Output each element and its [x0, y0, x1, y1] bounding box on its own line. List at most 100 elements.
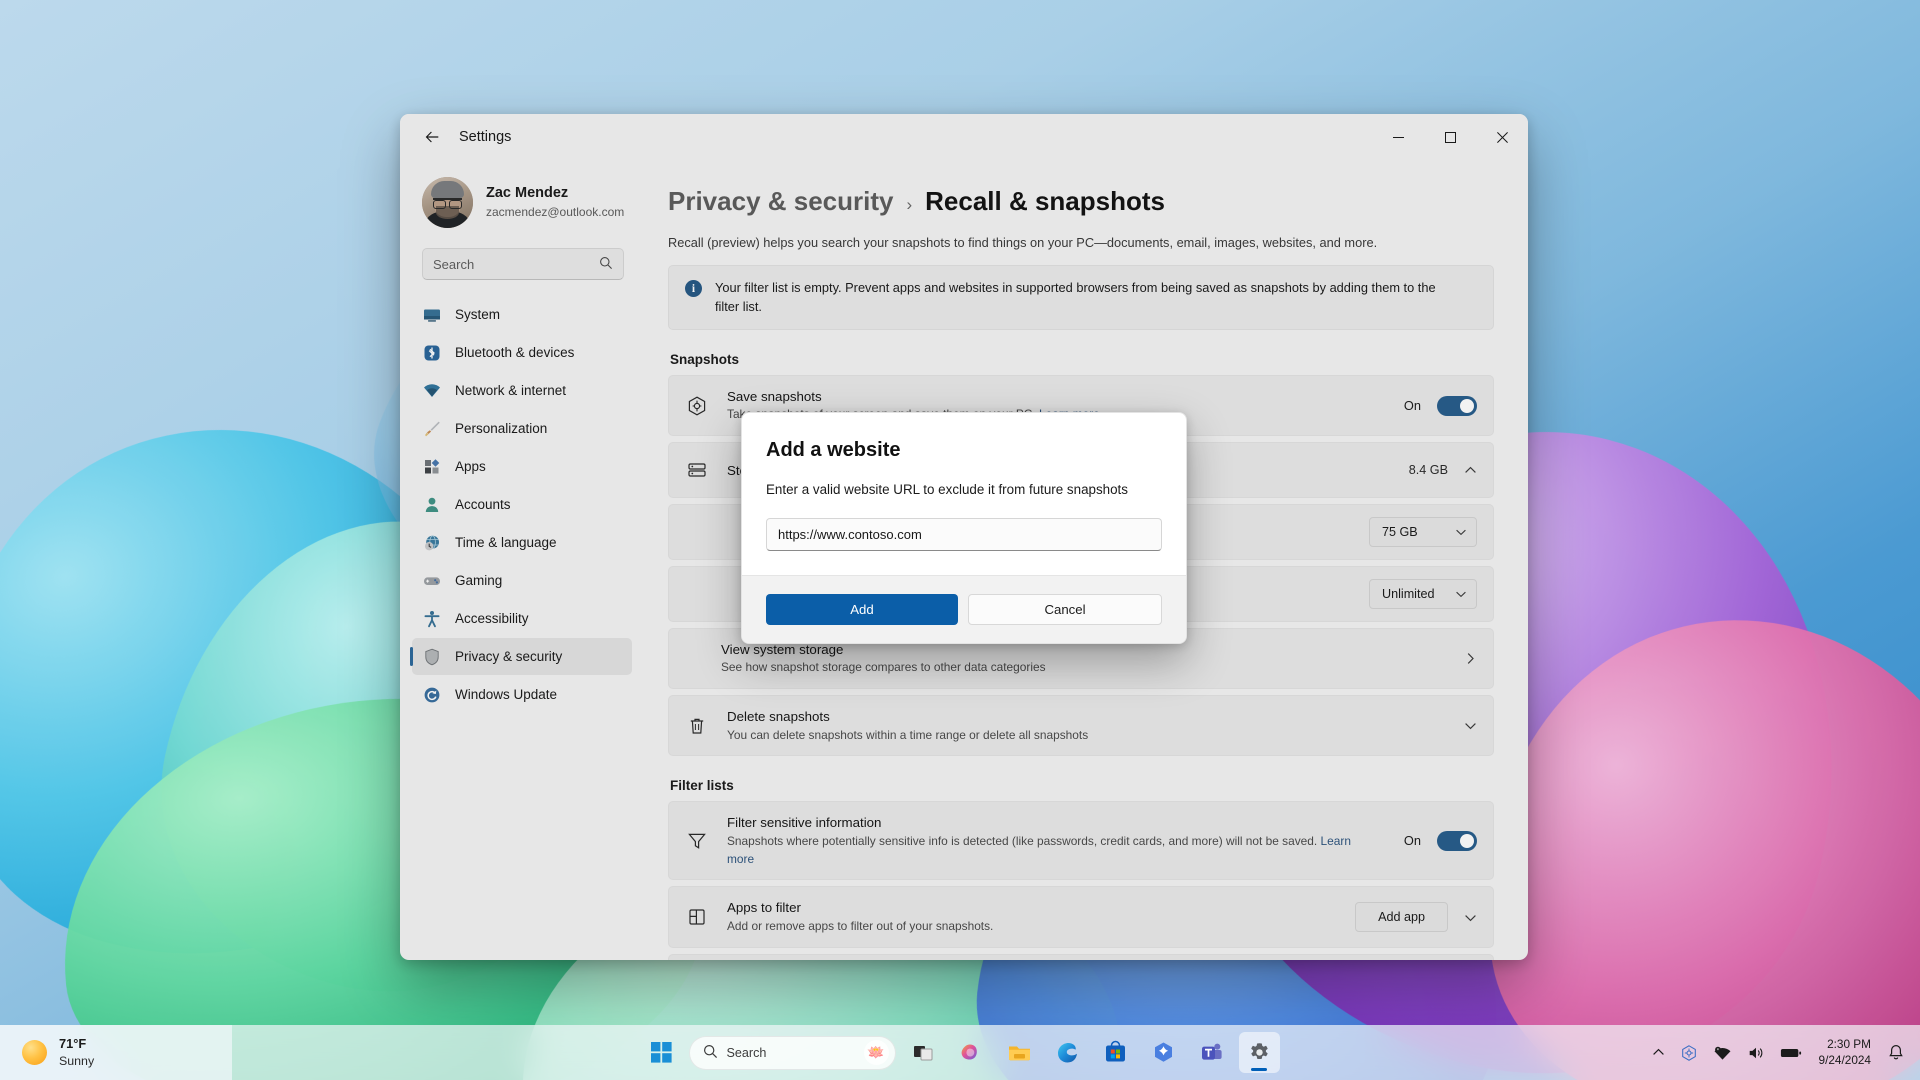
- chevron-up-icon[interactable]: [1464, 464, 1477, 477]
- row-title: Apps to filter: [727, 900, 801, 916]
- dialog-footer: Add Cancel: [742, 575, 1186, 643]
- tray-recall-icon[interactable]: [1674, 1035, 1704, 1071]
- sidebar-item-privacy-security[interactable]: Privacy & security: [410, 638, 632, 675]
- row-filter-sensitive-information[interactable]: Filter sensitive information Snapshots w…: [668, 801, 1494, 881]
- shield-icon: [422, 647, 441, 666]
- sidebar-item-accounts[interactable]: Accounts: [412, 486, 632, 523]
- sidebar-item-label: Apps: [455, 459, 486, 474]
- system-tray: 2:30 PM 9/24/2024: [1646, 1025, 1910, 1080]
- row-title: Filter sensitive information: [727, 815, 882, 831]
- start-button[interactable]: [641, 1032, 682, 1073]
- sidebar-item-time-language[interactable]: Time & language: [412, 524, 632, 561]
- network-icon[interactable]: [1707, 1035, 1738, 1071]
- sidebar-item-label: Personalization: [455, 421, 548, 436]
- sun-icon: [22, 1040, 47, 1065]
- website-url-value: https://www.contoso.com: [778, 527, 922, 542]
- taskbar-task-view[interactable]: [903, 1032, 944, 1073]
- website-url-input[interactable]: https://www.contoso.com: [766, 518, 1162, 551]
- taskbar-search-placeholder: Search: [726, 1045, 767, 1060]
- search-placeholder: Search: [433, 256, 475, 272]
- storage-icon: [685, 459, 709, 481]
- filter-sensitive-toggle[interactable]: [1437, 830, 1477, 851]
- info-banner: i Your filter list is empty. Prevent app…: [668, 265, 1494, 331]
- clock-globe-icon: [422, 533, 441, 552]
- chevron-down-icon[interactable]: [1464, 719, 1477, 732]
- taskbar-file-explorer[interactable]: [999, 1032, 1040, 1073]
- taskbar-settings[interactable]: [1238, 1032, 1280, 1073]
- edge-icon: [1057, 1043, 1077, 1063]
- row-title: Save snapshots: [727, 389, 822, 405]
- lotus-icon[interactable]: 🪷: [863, 1040, 889, 1065]
- dropdown-value: Unlimited: [1382, 587, 1435, 602]
- sidebar-item-network-internet[interactable]: Network & internet: [412, 372, 632, 409]
- sidebar-item-apps[interactable]: Apps: [412, 448, 632, 485]
- taskbar-teams[interactable]: [1191, 1032, 1232, 1073]
- sidebar-item-label: System: [455, 307, 501, 322]
- maximize-button[interactable]: [1424, 114, 1476, 160]
- window-controls: [1372, 114, 1528, 160]
- show-hidden-icons-button[interactable]: [1646, 1035, 1671, 1071]
- close-button[interactable]: [1476, 114, 1528, 160]
- accessibility-icon: [422, 609, 441, 628]
- row-title: Delete snapshots: [727, 709, 830, 725]
- taskbar-edge[interactable]: [1047, 1032, 1088, 1073]
- search-input[interactable]: Search: [422, 248, 624, 280]
- maximize-icon: [1444, 131, 1456, 143]
- add-button[interactable]: Add: [766, 594, 958, 625]
- row-subtitle: See how snapshot storage compares to oth…: [721, 660, 1046, 675]
- sidebar-item-personalization[interactable]: Personalization: [412, 410, 632, 447]
- volume-icon[interactable]: [1741, 1035, 1771, 1071]
- toggle-state-label: On: [1403, 398, 1421, 414]
- clock[interactable]: 2:30 PM 9/24/2024: [1811, 1037, 1879, 1069]
- sidebar: Zac Mendez zacmendez@outlook.com Search: [400, 160, 644, 960]
- weather-widget[interactable]: 71°F Sunny: [0, 1025, 232, 1080]
- chevron-up-icon: [1652, 1048, 1664, 1055]
- row-delete-snapshots[interactable]: Delete snapshots You can delete snapshot…: [668, 695, 1494, 757]
- sidebar-item-label: Network & internet: [455, 383, 567, 398]
- trash-icon: [685, 715, 709, 737]
- cancel-button[interactable]: Cancel: [968, 594, 1162, 625]
- settings-gear-icon: [1250, 1043, 1268, 1059]
- person-icon: [422, 495, 441, 514]
- chevron-down-icon[interactable]: [1464, 911, 1477, 924]
- windows-logo-icon: [650, 1042, 672, 1063]
- sidebar-item-system[interactable]: System: [412, 296, 632, 333]
- minimize-button[interactable]: [1372, 114, 1424, 160]
- taskbar-copilot[interactable]: [951, 1032, 992, 1073]
- sidebar-item-bluetooth-devices[interactable]: Bluetooth & devices: [412, 334, 632, 371]
- dialog-description: Enter a valid website URL to exclude it …: [766, 482, 1128, 497]
- back-button[interactable]: [412, 121, 452, 153]
- retention-dropdown[interactable]: Unlimited: [1369, 579, 1477, 610]
- row-apps-to-filter[interactable]: Apps to filter Add or remove apps to fil…: [668, 886, 1494, 948]
- battery-icon[interactable]: [1774, 1035, 1808, 1071]
- add-app-button[interactable]: Add app: [1355, 902, 1448, 933]
- apps-grid-icon: [422, 457, 441, 476]
- monitor-icon: [422, 305, 441, 324]
- microsoft-store-icon: [1105, 1040, 1125, 1062]
- notifications-button[interactable]: [1882, 1035, 1910, 1071]
- window-title-bar: Settings: [400, 114, 1528, 160]
- taskbar-microsoft-store[interactable]: [1095, 1032, 1136, 1073]
- row-websites-to-filter[interactable]: Websites to filter Add website: [668, 953, 1494, 960]
- sidebar-item-gaming[interactable]: Gaming: [412, 562, 632, 599]
- search-icon: [703, 1044, 718, 1062]
- sidebar-item-accessibility[interactable]: Accessibility: [412, 600, 632, 637]
- account-header[interactable]: Zac Mendez zacmendez@outlook.com: [408, 160, 636, 238]
- weather-temperature: 71°F: [59, 1036, 87, 1052]
- sidebar-item-windows-update[interactable]: Windows Update: [412, 676, 632, 713]
- chevron-right-icon[interactable]: [1464, 652, 1477, 665]
- apps-filter-icon: [685, 906, 709, 928]
- funnel-icon: [685, 830, 709, 852]
- storage-size-value: 8.4 GB: [1408, 463, 1448, 478]
- taskbar-recall[interactable]: [1143, 1032, 1184, 1073]
- save-snapshots-toggle[interactable]: [1437, 395, 1477, 416]
- chevron-down-icon: [1455, 526, 1467, 538]
- sidebar-item-label: Time & language: [455, 535, 557, 550]
- row-subtitle: Snapshots where potentially sensitive in…: [727, 833, 1367, 869]
- storage-limit-dropdown[interactable]: 75 GB: [1369, 517, 1477, 548]
- row-subtitle-text: Snapshots where potentially sensitive in…: [727, 833, 1318, 848]
- dropdown-value: 75 GB: [1382, 525, 1418, 540]
- taskbar-search-box[interactable]: Search 🪷: [688, 1035, 896, 1070]
- breadcrumb-parent[interactable]: Privacy & security: [668, 186, 893, 217]
- taskbar-center-group: Search 🪷: [641, 1032, 1280, 1073]
